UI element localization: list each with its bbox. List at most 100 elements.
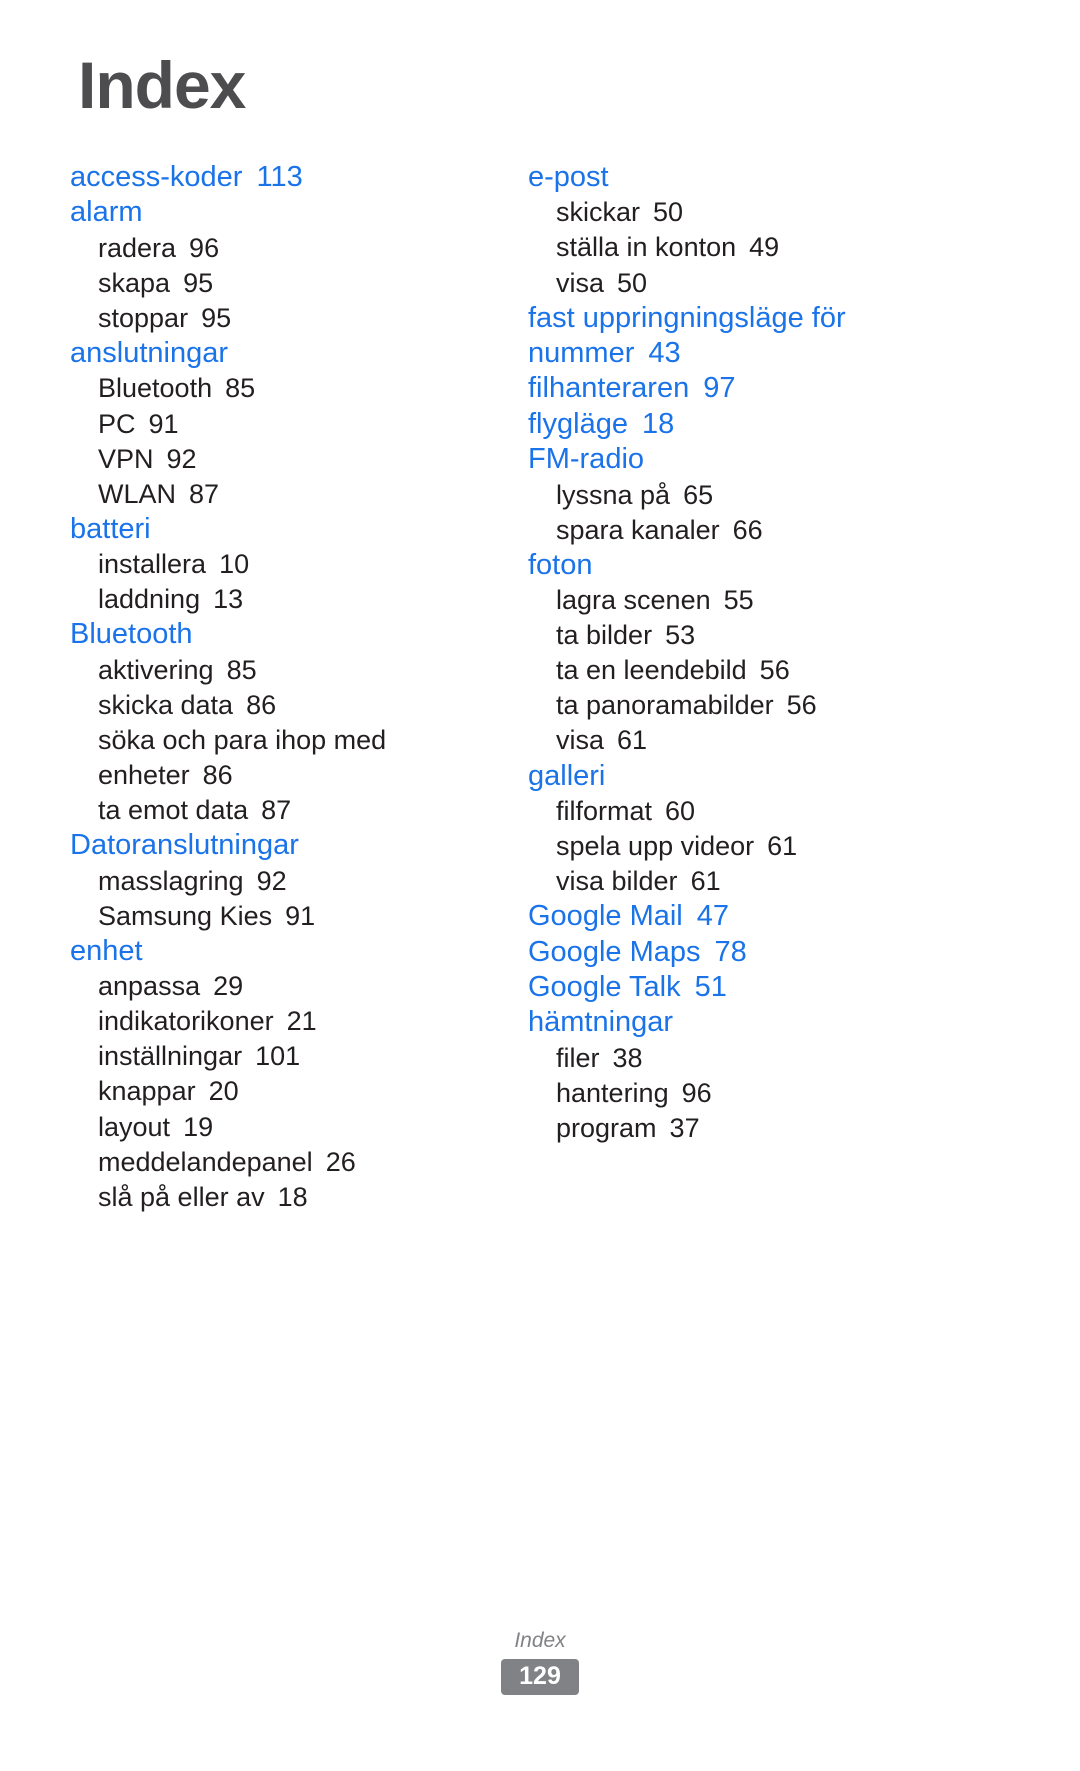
index-subentry[interactable]: hantering 96: [528, 1076, 954, 1111]
index-subentry[interactable]: PC 91: [70, 407, 496, 442]
index-subentry-label: visa: [556, 267, 605, 298]
index-subentry-page-number: 87: [261, 795, 292, 826]
index-subentry[interactable]: visa 61: [528, 723, 954, 758]
index-subentry[interactable]: skicka data 86: [70, 688, 496, 723]
index-subentry-label: layout: [98, 1111, 171, 1142]
index-entry-term[interactable]: Google Talk 51: [528, 970, 954, 1005]
index-subentry[interactable]: radera 96: [70, 231, 496, 266]
index-entry-term[interactable]: FM-radio: [528, 442, 954, 477]
index-term-label: Bluetooth: [70, 618, 193, 651]
index-term-label: enhet: [70, 934, 143, 967]
index-subentry[interactable]: program 37: [528, 1111, 954, 1146]
index-subentry[interactable]: ta bilder 53: [528, 618, 954, 653]
index-subentry[interactable]: slå på eller av 18: [70, 1180, 496, 1215]
index-subentry-page-number: 56: [759, 655, 790, 686]
index-entry-term[interactable]: hämtningar: [528, 1005, 954, 1040]
index-subentry-page-number: 38: [612, 1042, 643, 1073]
index-entry: FM-radio lyssna på 65 spara kanaler 66: [528, 442, 954, 548]
index-subentry-label: ställa in konton: [556, 232, 737, 263]
index-subentry[interactable]: Samsung Kies 91: [70, 899, 496, 934]
index-entry-term[interactable]: flygläge 18: [528, 407, 954, 442]
index-subentry-page-number: 91: [148, 408, 179, 439]
index-subentry[interactable]: ta panoramabilder 56: [528, 688, 954, 723]
index-subentry-page-number: 65: [683, 479, 714, 510]
index-entry-term[interactable]: batteri: [70, 512, 496, 547]
index-subentry[interactable]: anpassa 29: [70, 969, 496, 1004]
index-subentry[interactable]: skapa 95: [70, 266, 496, 301]
index-subentry[interactable]: filer 38: [528, 1041, 954, 1076]
index-term-label: galleri: [528, 759, 606, 792]
index-subentry[interactable]: lyssna på 65: [528, 478, 954, 513]
index-subentry[interactable]: aktivering 85: [70, 653, 496, 688]
index-subentry[interactable]: VPN 92: [70, 442, 496, 477]
index-column-left: access-koder 113 alarm radera 96 skapa 95 stopp…: [70, 160, 496, 1215]
index-entry: Google Maps 78: [528, 935, 954, 970]
index-term-page-number: 113: [256, 161, 303, 193]
index-entry: Datoranslutningar masslagring 92 Samsung Ki…: [70, 828, 496, 934]
index-entry-term[interactable]: galleri: [528, 759, 954, 794]
index-entry-term[interactable]: anslutningar: [70, 336, 496, 371]
index-subentry-label: stoppar: [98, 302, 189, 333]
index-entry-term[interactable]: Datoranslutningar: [70, 828, 496, 863]
index-subentry[interactable]: masslagring 92: [70, 864, 496, 899]
index-subentry-label: aktivering: [98, 654, 214, 685]
index-subentry[interactable]: meddelandepanel 26: [70, 1145, 496, 1180]
index-entry-term[interactable]: e-post: [528, 160, 954, 195]
index-entry-term[interactable]: filhanteraren 97: [528, 371, 954, 406]
index-entry: access-koder 113: [70, 160, 496, 195]
index-entry-term[interactable]: Google Maps 78: [528, 935, 954, 970]
index-subentry[interactable]: knappar 20: [70, 1074, 496, 1109]
index-subentry-list: lagra scenen 55 ta bilder 53 ta en leendebil…: [528, 583, 954, 758]
index-subentry-page-number: 18: [277, 1181, 308, 1212]
index-term-label: foton: [528, 548, 593, 581]
index-term-label: anslutningar: [70, 337, 228, 370]
index-subentry[interactable]: visa 50: [528, 266, 954, 301]
index-subentry[interactable]: söka och para ihop med enheter 86: [70, 723, 496, 793]
index-subentry-label: program: [556, 1112, 657, 1143]
index-subentry-label: indikatorikoner: [98, 1006, 274, 1037]
index-entry-term[interactable]: access-koder 113: [70, 160, 496, 195]
index-subentry[interactable]: skickar 50: [528, 195, 954, 230]
index-entry-term[interactable]: fast uppringningsläge för nummer 43: [528, 301, 954, 372]
index-subentry[interactable]: spela upp videor 61: [528, 829, 954, 864]
index-subentry[interactable]: Bluetooth 85: [70, 371, 496, 406]
index-subentry[interactable]: ta emot data 87: [70, 793, 496, 828]
index-subentry-list: installera 10 laddning 13: [70, 547, 496, 617]
index-subentry[interactable]: layout 19: [70, 1110, 496, 1145]
index-entry-term[interactable]: foton: [528, 548, 954, 583]
index-entry: Bluetooth aktivering 85 skicka data 86 söka o…: [70, 617, 496, 828]
index-subentry-list: filer 38 hantering 96 program 37: [528, 1041, 954, 1146]
index-subentry-label: radera: [98, 232, 177, 263]
index-subentry-page-number: 37: [669, 1112, 700, 1143]
index-subentry[interactable]: installera 10: [70, 547, 496, 582]
index-subentry-list: Bluetooth 85 PC 91 VPN 92 WLAN 87: [70, 371, 496, 511]
index-term-label: e-post: [528, 161, 609, 193]
index-subentry[interactable]: visa bilder 61: [528, 864, 954, 899]
index-subentry-page-number: 95: [183, 267, 214, 298]
index-subentry[interactable]: stoppar 95: [70, 301, 496, 336]
index-subentry-list: aktivering 85 skicka data 86 söka och para i…: [70, 653, 496, 828]
index-term-label: Google Talk: [528, 970, 681, 1003]
index-entry-term[interactable]: Bluetooth: [70, 617, 496, 652]
index-entry-term[interactable]: Google Mail 47: [528, 899, 954, 934]
index-subentry-label: PC: [98, 408, 136, 439]
index-subentry[interactable]: inställningar 101: [70, 1039, 496, 1074]
index-subentry[interactable]: laddning 13: [70, 582, 496, 617]
index-subentry[interactable]: ställa in konton 49: [528, 230, 954, 265]
index-subentry-label: inställningar: [98, 1041, 243, 1072]
index-subentry[interactable]: indikatorikoner 21: [70, 1004, 496, 1039]
index-entry-term[interactable]: enhet: [70, 934, 496, 969]
index-subentry-page-number: 85: [225, 373, 256, 404]
index-subentry[interactable]: spara kanaler 66: [528, 513, 954, 548]
index-entry-term[interactable]: alarm: [70, 195, 496, 230]
index-subentry-label: skicka data: [98, 689, 234, 720]
index-entry: enhet anpassa 29 indikatorikoner 21 inställni…: [70, 934, 496, 1215]
index-subentry[interactable]: WLAN 87: [70, 477, 496, 512]
index-subentry[interactable]: filformat 60: [528, 794, 954, 829]
index-entry: anslutningar Bluetooth 85 PC 91 VPN 92 WLAN 87: [70, 336, 496, 512]
index-subentry[interactable]: ta en leendebild 56: [528, 653, 954, 688]
index-subentry[interactable]: lagra scenen 55: [528, 583, 954, 618]
index-entry: Google Mail 47: [528, 899, 954, 934]
index-subentry-page-number: 20: [208, 1076, 239, 1107]
index-subentry-label: filformat: [556, 795, 653, 826]
